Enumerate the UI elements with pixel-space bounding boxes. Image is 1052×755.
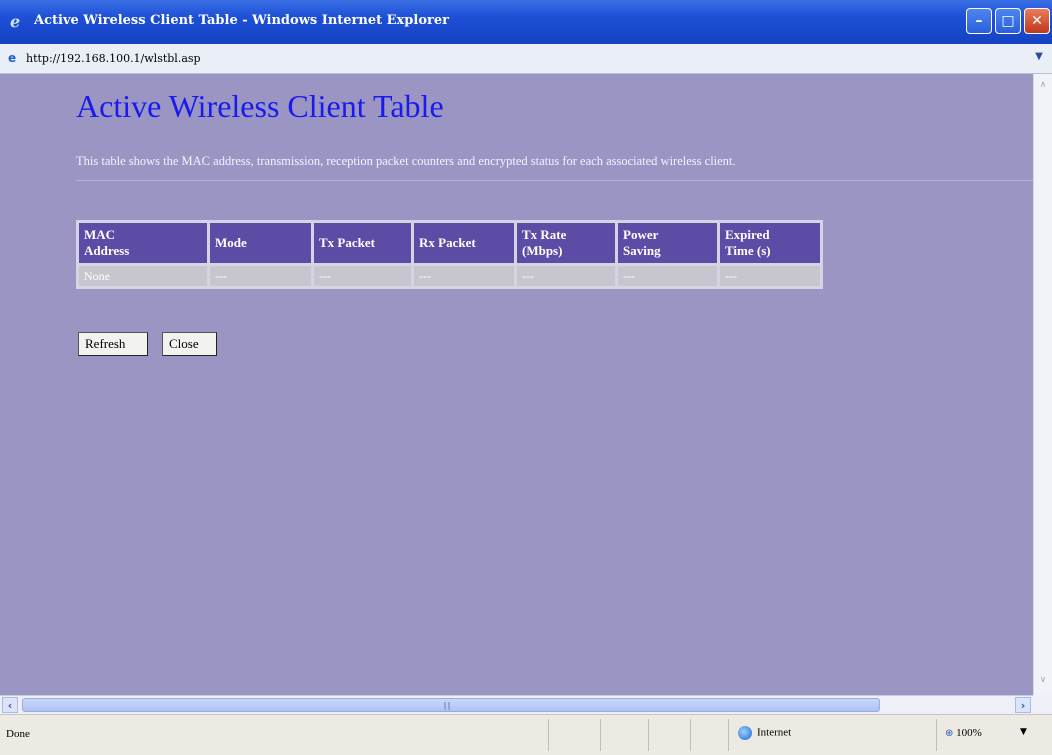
cell-tx-rate: --- (517, 266, 615, 286)
globe-icon (738, 726, 752, 740)
scrollbar-corner (1033, 695, 1052, 714)
table-row: None --- --- --- --- --- --- (79, 266, 820, 286)
scroll-up-icon[interactable]: ∧ (1036, 80, 1050, 94)
header-mac-address: MAC Address (79, 223, 207, 263)
close-button[interactable]: Close (162, 332, 217, 356)
status-bar: Done Internet ⊕ 100% ▼ (0, 714, 1052, 755)
status-divider (936, 719, 937, 751)
cell-mode: --- (210, 266, 311, 286)
cell-mac: None (79, 266, 207, 286)
zoom-value: 100% (956, 727, 982, 739)
address-dropdown-icon[interactable]: ▼ (1032, 51, 1046, 65)
cell-tx-packet: --- (314, 266, 411, 286)
refresh-button[interactable]: Refresh (78, 332, 148, 356)
security-zone[interactable]: Internet (738, 726, 791, 740)
minimize-button[interactable]: – (966, 8, 992, 34)
cell-rx-packet: --- (414, 266, 514, 286)
divider (76, 180, 1033, 181)
cell-power-saving: --- (618, 266, 717, 286)
table-header-row: MAC Address Mode Tx Packet Rx Packet Tx R… (79, 223, 820, 263)
close-window-button[interactable]: ✕ (1024, 8, 1050, 34)
header-tx-packet: Tx Packet (314, 223, 411, 263)
page-description: This table shows the MAC address, transm… (76, 154, 736, 168)
title-bar: ℯ Active Wireless Client Table - Windows… (0, 0, 1052, 44)
zone-label: Internet (757, 726, 792, 739)
status-divider (728, 719, 729, 751)
header-tx-rate: Tx Rate (Mbps) (517, 223, 615, 263)
scroll-down-icon[interactable]: ∨ (1036, 675, 1050, 689)
status-divider (548, 719, 549, 751)
grip-icon: ∥∥ (443, 701, 451, 710)
maximize-icon: □ (1001, 13, 1015, 29)
zoom-icon: ⊕ (945, 728, 954, 739)
status-divider (600, 719, 601, 751)
status-text: Done (6, 728, 30, 740)
address-bar[interactable]: e http://192.168.100.1/wlstbl.asp ▼ (0, 44, 1052, 74)
page-content: Active Wireless Client Table This table … (0, 74, 1033, 695)
browser-window: ℯ Active Wireless Client Table - Windows… (0, 0, 1052, 755)
page-title: Active Wireless Client Table (76, 88, 444, 124)
scroll-right-icon[interactable]: › (1015, 697, 1031, 713)
minimize-icon: – (975, 13, 983, 29)
ie-icon: ℯ (10, 12, 21, 31)
zoom-dropdown-icon[interactable]: ▼ (1020, 727, 1027, 737)
maximize-button[interactable]: □ (995, 8, 1021, 34)
status-divider (648, 719, 649, 751)
vertical-scrollbar[interactable]: ∧ ∨ (1033, 74, 1052, 695)
horizontal-scroll-thumb[interactable]: ∥∥ (22, 698, 880, 712)
window-title: Active Wireless Client Table - Windows I… (34, 13, 449, 28)
header-expired-time: Expired Time (s) (720, 223, 820, 263)
header-rx-packet: Rx Packet (414, 223, 514, 263)
page-icon: e (8, 51, 17, 65)
scroll-left-icon[interactable]: ‹ (2, 697, 18, 713)
header-mode: Mode (210, 223, 311, 263)
address-url[interactable]: http://192.168.100.1/wlstbl.asp (26, 52, 201, 65)
zoom-level[interactable]: ⊕ 100% (945, 727, 982, 739)
cell-expired-time: --- (720, 266, 820, 286)
client-table: MAC Address Mode Tx Packet Rx Packet Tx R… (76, 220, 823, 289)
close-icon: ✕ (1031, 13, 1043, 29)
header-power-saving: Power Saving (618, 223, 717, 263)
status-divider (690, 719, 691, 751)
horizontal-scrollbar[interactable]: ‹ ∥∥ › (0, 695, 1033, 714)
